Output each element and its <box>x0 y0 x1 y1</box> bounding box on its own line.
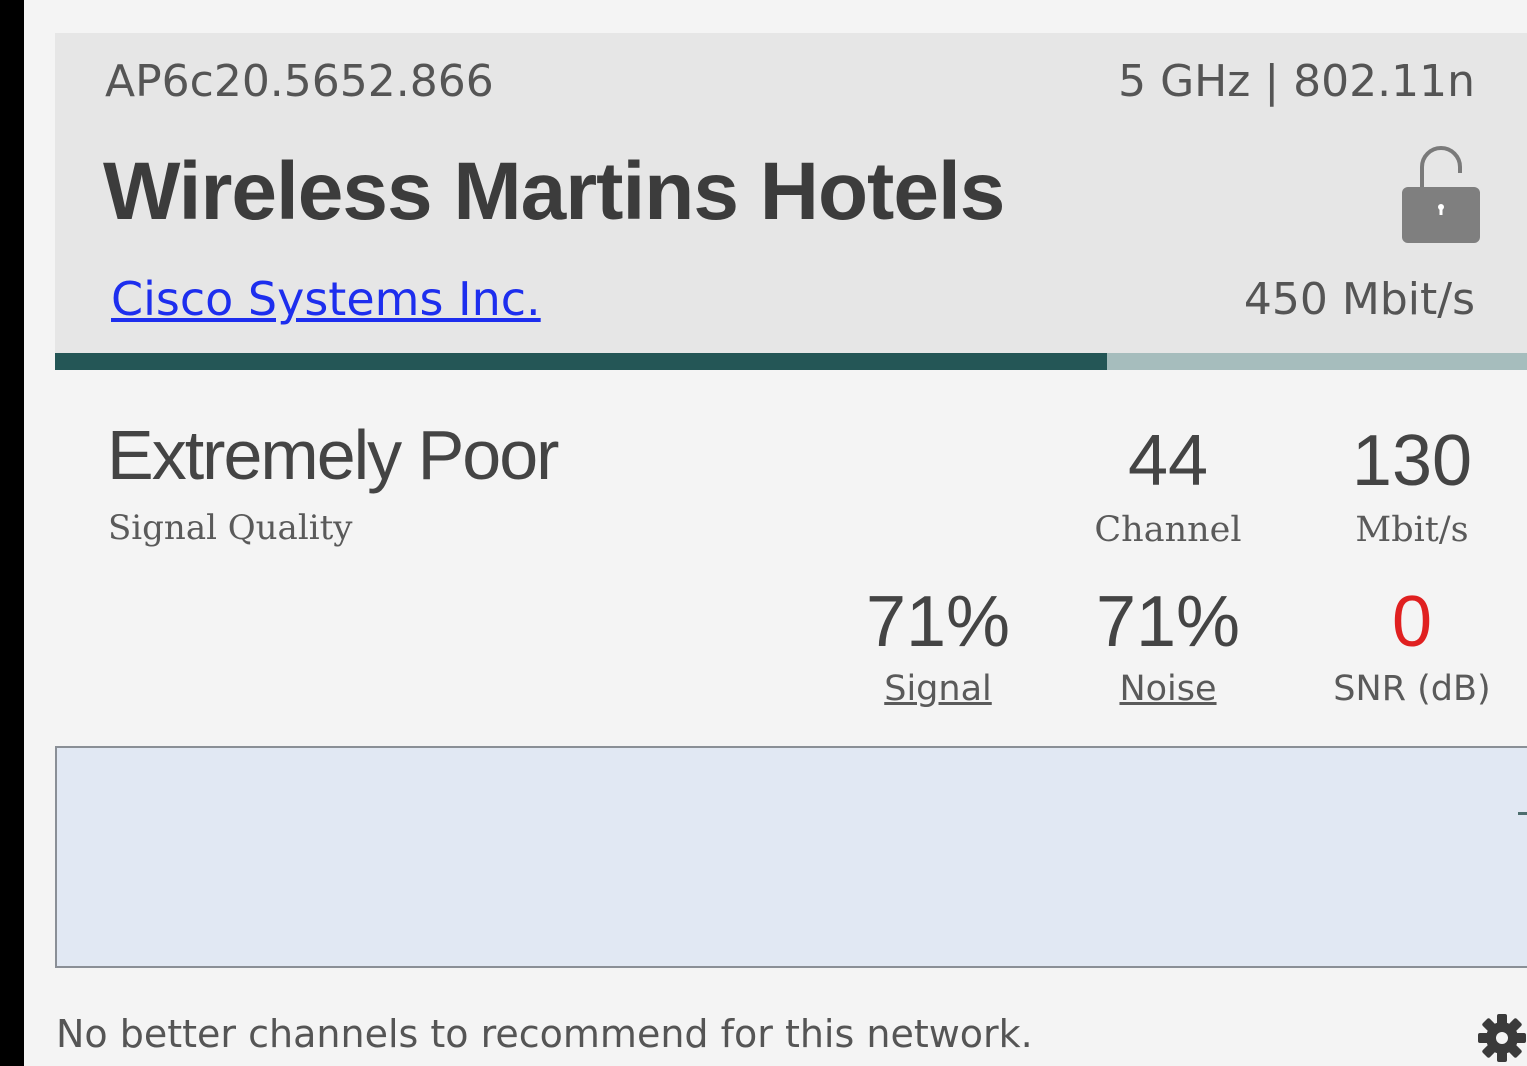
channel-recommendation-message: No better channels to recommend for this… <box>56 1012 1033 1056</box>
signal-quality-bar-fill <box>55 353 1108 370</box>
signal-quality-label: Signal Quality <box>108 508 353 548</box>
rate-value: 130 <box>1351 421 1473 501</box>
snr-value: 0 <box>1391 582 1433 662</box>
signal-link[interactable]: Signal <box>828 672 1048 707</box>
vendor-link[interactable]: Cisco Systems Inc. <box>111 276 541 322</box>
graph-axis-tick <box>1518 812 1527 815</box>
rate-label: Mbit/s <box>1355 510 1469 550</box>
signal-stat: 71% Signal <box>828 586 1048 707</box>
network-header: AP6c20.5652.866 5 GHz | 802.11n Wireless… <box>55 33 1527 353</box>
channel-label: Channel <box>1094 510 1242 550</box>
noise-stat: 71% Noise <box>1058 586 1278 707</box>
rate-stat: 130 Mbit/s <box>1302 425 1522 548</box>
gear-icon[interactable] <box>1476 1008 1527 1066</box>
network-name: Wireless Martins Hotels <box>103 146 1005 237</box>
max-rate-label: 450 Mbit/s <box>1243 274 1475 325</box>
noise-value: 71% <box>1095 582 1241 662</box>
snr-label: SNR (dB) <box>1333 669 1491 709</box>
signal-quality-bar <box>55 353 1527 370</box>
channel-value: 44 <box>1127 421 1209 501</box>
signal-value: 71% <box>865 582 1011 662</box>
snr-stat: 0 SNR (dB) <box>1302 586 1522 707</box>
signal-quality-value: Extremely Poor <box>107 416 559 494</box>
noise-link[interactable]: Noise <box>1058 672 1278 707</box>
lock-icon <box>1400 137 1482 245</box>
signal-history-graph[interactable] <box>55 746 1527 968</box>
window-edge <box>0 0 24 1066</box>
bssid-label: AP6c20.5652.866 <box>105 56 494 107</box>
channel-stat: 44 Channel <box>1058 425 1278 548</box>
band-label: 5 GHz | 802.11n <box>1118 56 1475 107</box>
